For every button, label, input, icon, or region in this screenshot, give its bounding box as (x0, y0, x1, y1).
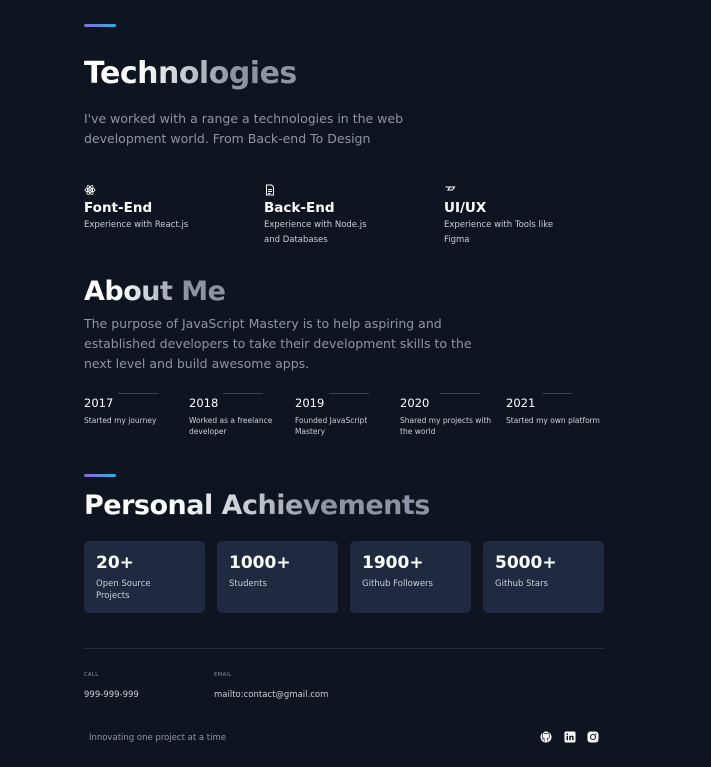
react-icon (84, 185, 96, 195)
timeline-year: 2019 (295, 396, 325, 410)
call-label: CALL (84, 672, 99, 678)
achievement-cards: 20+ Open Source Projects 1000+ Students … (84, 541, 604, 613)
timeline-connector (329, 393, 369, 394)
achievement-label: Github Stars (495, 579, 549, 589)
timeline-description: Worked as a freelance developer (189, 416, 273, 436)
tech-item-frontend: Font-End Experience with React.js (84, 184, 244, 233)
tech-title: UI/UX (444, 200, 487, 216)
tech-item-backend: Back-End Experience with Node.js and Dat… (264, 184, 424, 248)
tech-title: Font-End (84, 200, 153, 216)
timeline-description: Started my own platform (506, 416, 600, 425)
timeline-item-2020: 2020 Shared my projects with the world (400, 392, 500, 437)
achievement-label: Github Followers (362, 579, 433, 589)
achievement-value: 1000+ (229, 553, 291, 573)
achievement-value: 20+ (96, 553, 134, 573)
linkedin-icon[interactable] (564, 731, 576, 743)
phone-link[interactable]: 999-999-999 (84, 690, 139, 700)
timeline-connector (118, 393, 158, 394)
timeline-connector (440, 393, 480, 394)
tech-item-uiux: UI/UX Experience with Tools like Figma (444, 184, 604, 248)
footer-tagline: Innovating one project at a time (89, 733, 226, 743)
timeline-description: Shared my projects with the world (400, 416, 492, 436)
timeline-year: 2017 (84, 396, 114, 410)
achievement-card: 1000+ Students (217, 541, 338, 613)
footer-divider (84, 648, 604, 649)
section-accent-bar (84, 24, 116, 27)
achievement-card: 5000+ Github Stars (483, 541, 604, 613)
timeline-item-2019: 2019 Founded JavaScript Mastery (295, 392, 395, 437)
about-intro: The purpose of JavaScript Mastery is to … (84, 316, 472, 371)
achievement-card: 1900+ Github Followers (350, 541, 471, 613)
technologies-intro: I've worked with a range a technologies … (84, 111, 404, 146)
timeline-description: Started my journey (84, 416, 157, 425)
technologies-title: Technologies (84, 56, 297, 91)
instagram-icon[interactable] (587, 731, 599, 743)
tech-title: Back-End (264, 200, 335, 216)
timeline-year: 2018 (189, 396, 219, 410)
email-label: EMAIL (214, 672, 232, 678)
timeline-item-2017: 2017 Started my journey (84, 392, 184, 426)
timeline-year: 2021 (506, 396, 536, 410)
achievement-value: 1900+ (362, 553, 424, 573)
achievement-card: 20+ Open Source Projects (84, 541, 205, 613)
document-icon (266, 184, 274, 196)
timeline-connector (542, 393, 572, 394)
timeline-connector (223, 393, 263, 394)
achievements-title: Personal Achievements (84, 490, 430, 521)
figma-icon (445, 186, 456, 191)
github-icon[interactable] (540, 731, 552, 743)
achievement-label: Students (229, 579, 267, 589)
about-title: About Me (84, 276, 226, 307)
timeline-item-2021: 2021 Started my own platform (506, 392, 606, 426)
email-link[interactable]: mailto:contact@gmail.com (214, 690, 328, 700)
tech-description: Experience with Node.js and Databases (264, 220, 367, 245)
timeline-year: 2020 (400, 396, 430, 410)
timeline-item-2018: 2018 Worked as a freelance developer (189, 392, 289, 437)
timeline-description: Founded JavaScript Mastery (295, 416, 368, 436)
section-accent-bar (84, 474, 116, 477)
achievement-value: 5000+ (495, 553, 557, 573)
achievement-label: Open Source Projects (96, 579, 151, 601)
tech-description: Experience with React.js (84, 220, 189, 230)
tech-description: Experience with Tools like Figma (444, 220, 554, 245)
